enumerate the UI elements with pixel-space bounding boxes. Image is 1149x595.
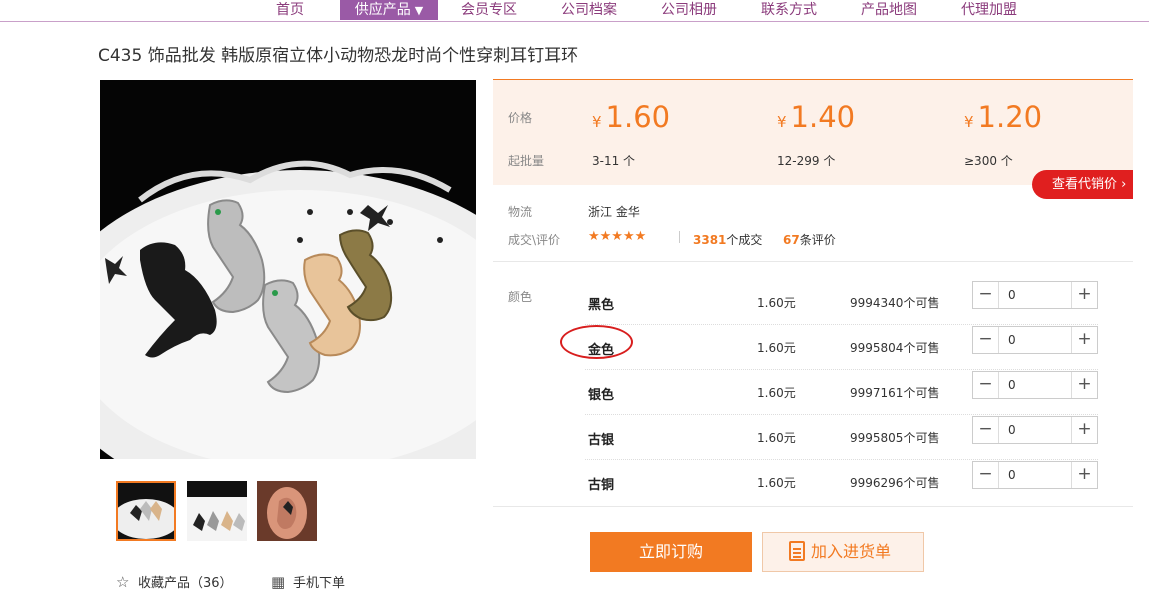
minus-button[interactable]: − [973, 282, 999, 308]
top-nav: 首页 供应产品 ▼ 会员专区 公司档案 公司相册 联系方式 产品地图 代理加盟 [0, 0, 1149, 22]
plus-button[interactable]: + [1071, 372, 1097, 398]
sku-name: 古铜 [588, 478, 615, 493]
price-tier-2: ¥1.40 12-299 个 [777, 100, 856, 168]
quantity-stepper: − + [972, 371, 1098, 399]
thumbnail-3[interactable] [257, 481, 317, 541]
highlight-circle [560, 325, 633, 359]
sku-row-silver: 银色 1.60元 9997161个可售 − + [585, 370, 1098, 415]
plus-button[interactable]: + [1071, 462, 1097, 488]
price-tier-3: ¥1.20 ≥300 个 [964, 100, 1043, 168]
sku-row-antique-bronze: 古铜 1.60元 9996296个可售 − + [585, 460, 1098, 505]
sku-name: 古银 [588, 433, 615, 448]
clipboard-icon [789, 540, 805, 561]
sku-price: 1.60元 [757, 386, 796, 400]
nav-item-company-album[interactable]: 公司相册 [652, 0, 726, 20]
review-count[interactable]: 67条评价 [783, 231, 836, 248]
nav-item-members[interactable]: 会员专区 [452, 0, 526, 20]
qr-code-icon: ▦ [271, 573, 286, 591]
quantity-stepper: − + [972, 461, 1098, 489]
sku-name: 黑色 [588, 298, 615, 313]
thumbnail-2[interactable] [187, 481, 247, 541]
moq-label: 起批量 [508, 154, 545, 168]
nav-item-products[interactable]: 供应产品 ▼ [340, 0, 438, 20]
quantity-stepper: − + [972, 281, 1098, 309]
color-label: 颜色 [508, 290, 533, 304]
product-title: C435 饰品批发 韩版原宿立体小动物恐龙时尚个性穿刺耳钉耳环 [98, 46, 579, 66]
minus-button[interactable]: − [973, 327, 999, 353]
product-main-image[interactable] [100, 80, 476, 459]
divider [679, 231, 680, 243]
sku-row-gold: 金色 1.60元 9995804个可售 − + [585, 325, 1098, 370]
quantity-input[interactable] [1000, 327, 1070, 353]
quantity-input[interactable] [1000, 462, 1070, 488]
sku-price: 1.60元 [757, 296, 796, 310]
sku-stock: 9995804个可售 [850, 341, 940, 355]
price-label: 价格 [508, 111, 533, 125]
caret-down-icon: ▼ [414, 4, 424, 17]
view-agent-price-button[interactable]: 查看代销价 › [1032, 170, 1133, 199]
divider [493, 506, 1133, 507]
logistics-label: 物流 [508, 205, 533, 219]
sku-price: 1.60元 [757, 341, 796, 355]
deals-label: 成交\评价 [508, 233, 561, 247]
sku-stock: 9996296个可售 [850, 476, 940, 490]
quantity-input[interactable] [1000, 282, 1070, 308]
nav-item-product-map[interactable]: 产品地图 [852, 0, 926, 20]
add-to-cart-button[interactable]: 加入进货单 [762, 532, 924, 572]
sku-price: 1.60元 [757, 431, 796, 445]
minus-button[interactable]: − [973, 417, 999, 443]
sku-stock: 9997161个可售 [850, 386, 940, 400]
rating-stars: ★★★★★ [588, 229, 647, 244]
sku-stock: 9995805个可售 [850, 431, 940, 445]
buy-now-button[interactable]: 立即订购 [590, 532, 752, 572]
nav-item-company-profile[interactable]: 公司档案 [552, 0, 626, 20]
minus-button[interactable]: − [973, 462, 999, 488]
sku-row-antique-silver: 古银 1.60元 9995805个可售 − + [585, 415, 1098, 460]
sku-stock: 9994340个可售 [850, 296, 940, 310]
logistics-value: 浙江 金华 [588, 205, 640, 219]
quantity-stepper: − + [972, 416, 1098, 444]
plus-button[interactable]: + [1071, 327, 1097, 353]
minus-button[interactable]: − [973, 372, 999, 398]
star-outline-icon: ☆ [116, 573, 130, 591]
nav-item-agency[interactable]: 代理加盟 [952, 0, 1026, 20]
collect-product-link[interactable]: ☆ 收藏产品（36） [116, 572, 233, 591]
quantity-input[interactable] [1000, 372, 1070, 398]
divider [493, 261, 1133, 262]
plus-button[interactable]: + [1071, 417, 1097, 443]
deal-count[interactable]: 3381个成交 [693, 231, 762, 248]
sku-row-black: 黑色 1.60元 9994340个可售 − + [585, 280, 1098, 325]
price-tier-1: ¥1.60 3-11 个 [592, 100, 671, 168]
sku-name: 银色 [588, 388, 615, 403]
nav-item-home[interactable]: 首页 [262, 0, 318, 20]
quantity-stepper: − + [972, 326, 1098, 354]
price-panel: 价格 起批量 ¥1.60 3-11 个 ¥1.40 12-299 个 ¥1.20… [493, 79, 1133, 185]
sku-price: 1.60元 [757, 476, 796, 490]
quantity-input[interactable] [1000, 417, 1070, 443]
thumbnail-1[interactable] [116, 481, 176, 541]
plus-button[interactable]: + [1071, 282, 1097, 308]
mobile-order-link[interactable]: ▦ 手机下单 [271, 572, 345, 591]
nav-item-contact[interactable]: 联系方式 [752, 0, 826, 20]
